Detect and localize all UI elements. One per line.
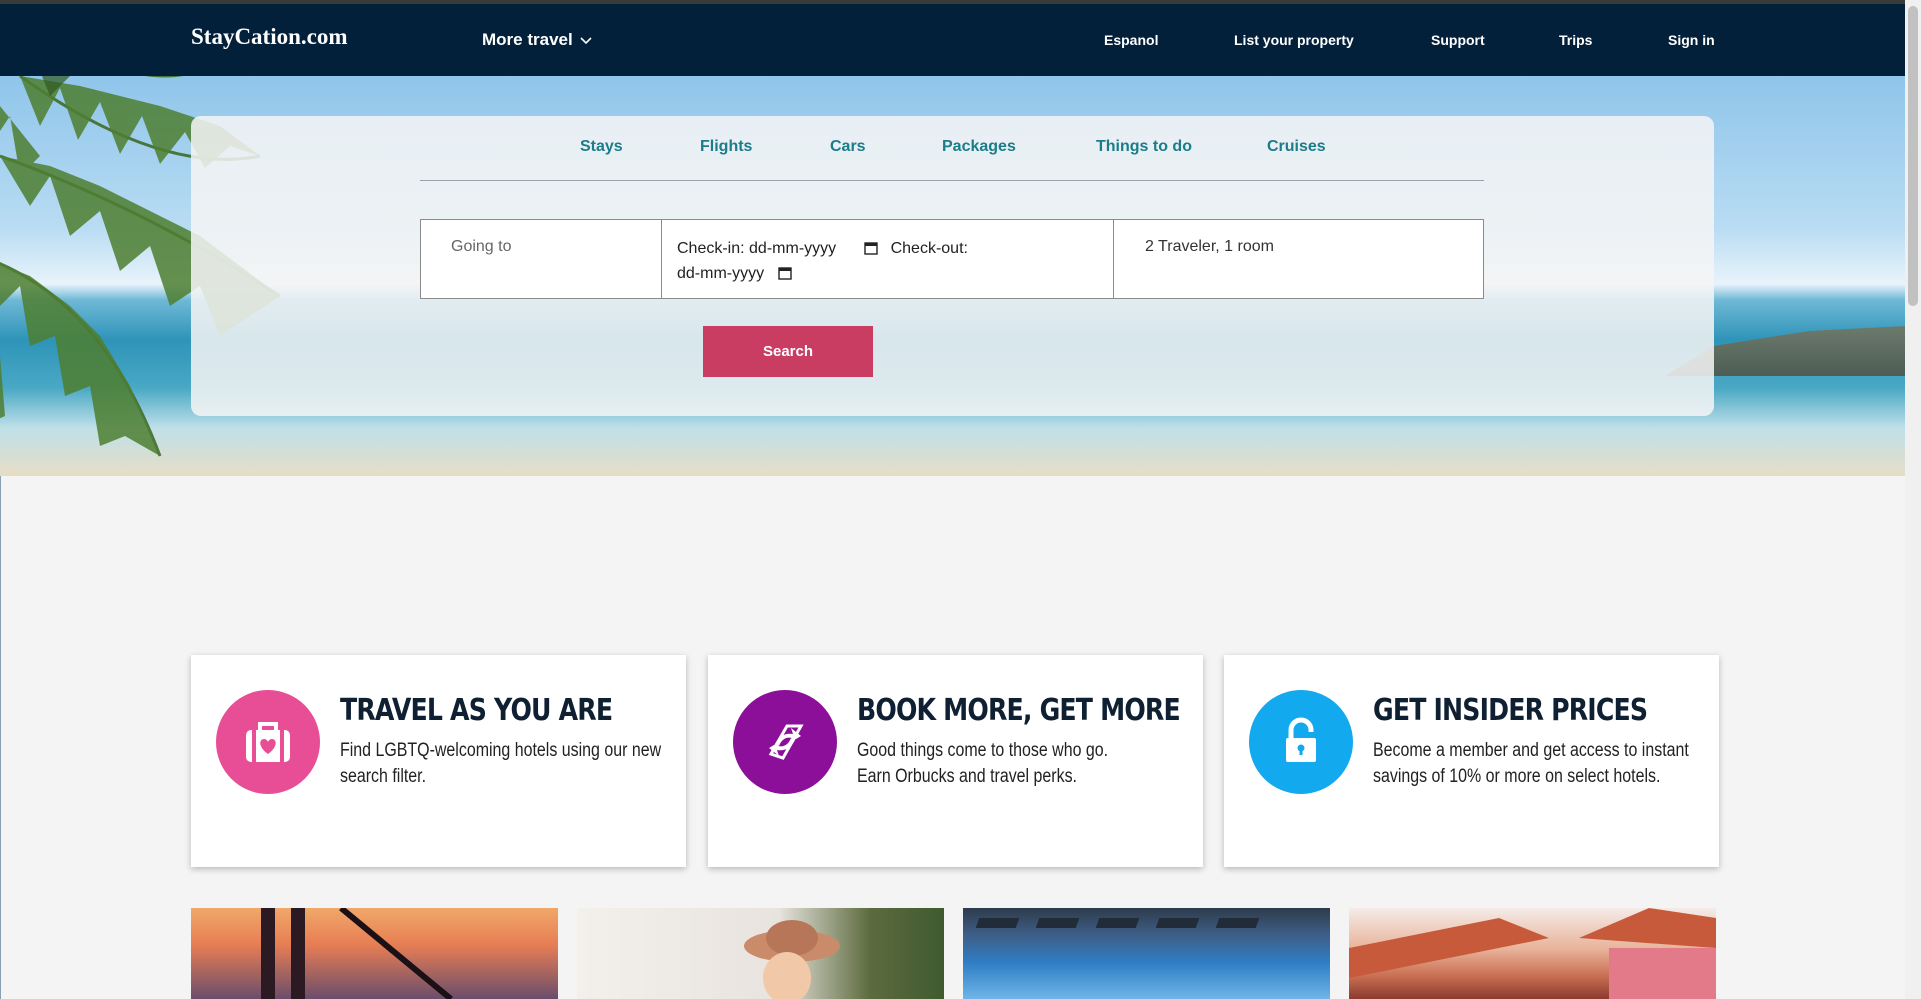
search-tabs: Stays Flights Cars Packages Things to do… [191,138,1714,178]
calendar-icon[interactable] [864,241,878,255]
brand-logo[interactable]: StayCation.com [191,24,348,50]
checkout-date-input[interactable]: dd-mm-yyyy [677,265,764,282]
checkout-label: Check-out: [890,240,968,257]
nav-espanol-link[interactable]: Espanol [1104,32,1158,48]
search-panel: Stays Flights Cars Packages Things to do… [191,116,1714,416]
woman-in-hat-image [744,920,840,999]
hero-banner: Stays Flights Cars Packages Things to do… [0,76,1905,476]
nav-trips-link[interactable]: Trips [1559,32,1592,48]
more-travel-label: More travel [482,30,573,49]
tabs-divider [420,180,1484,181]
nav-list-property-link[interactable]: List your property [1234,32,1354,48]
promo-text: Find LGBTQ-welcoming hotels using our ne… [340,740,662,787]
tab-cruises[interactable]: Cruises [1267,138,1326,156]
more-travel-menu[interactable]: More travel [482,30,593,50]
page-scrollbar[interactable] [1905,0,1921,999]
promo-title: TRAVEL AS YOU ARE [340,693,613,728]
villa-roofs-image [1349,908,1716,999]
checkin-label: Check-in: [677,240,745,257]
destination-tile-relax[interactable] [577,908,944,999]
nav-sign-in-link[interactable]: Sign in [1668,32,1715,48]
calendar-icon[interactable] [778,266,792,280]
promo-card-insider-prices[interactable]: GET INSIDER PRICES Become a member and g… [1224,655,1719,867]
scrollbar-thumb[interactable] [1908,6,1918,306]
promo-text-line1: Good things come to those who go. [857,740,1109,761]
checkin-date-input[interactable]: dd-mm-yyyy [749,240,836,257]
promo-title: GET INSIDER PRICES [1373,693,1648,728]
going-to-field[interactable] [420,219,662,299]
suitcase-heart-icon [216,690,320,794]
exchange-arrows-icon [733,690,837,794]
promo-text: Good things come to those who go. Earn O… [857,738,1193,790]
promo-text-line2: Earn Orbucks and travel perks. [857,766,1077,787]
promo-card-book-more[interactable]: BOOK MORE, GET MORE Good things come to … [708,655,1203,867]
tab-cars[interactable]: Cars [830,138,866,156]
travelers-value: 2 Traveler, 1 room [1145,238,1274,255]
nav-support-link[interactable]: Support [1431,32,1485,48]
destination-tile-villa[interactable] [1349,908,1716,999]
chevron-down-icon [580,37,592,45]
promo-title: BOOK MORE, GET MORE [857,693,1181,728]
tab-packages[interactable]: Packages [942,138,1016,156]
promo-text: Become a member and get access to instan… [1373,740,1689,787]
promo-card-travel-as-you-are[interactable]: TRAVEL AS YOU ARE Find LGBTQ-welcoming h… [191,655,686,867]
destination-tile-sunset[interactable] [191,908,558,999]
date-range-field: Check-in: dd-mm-yyyy Check-out: dd-mm-yy… [661,219,1114,299]
tab-things-to-do[interactable]: Things to do [1096,138,1192,156]
page-left-edge [0,476,1,999]
search-button[interactable]: Search [703,326,873,377]
sunset-silhouette-image [261,908,453,999]
destination-tile-pool[interactable] [963,908,1330,999]
tab-stays[interactable]: Stays [580,138,623,156]
pool-loungers-image [975,918,1260,928]
going-to-input[interactable] [451,238,641,256]
unlock-icon [1249,690,1353,794]
top-navbar: StayCation.com More travel Espanol List … [0,4,1905,76]
tab-flights[interactable]: Flights [700,138,752,156]
travelers-field[interactable]: 2 Traveler, 1 room [1113,219,1484,299]
